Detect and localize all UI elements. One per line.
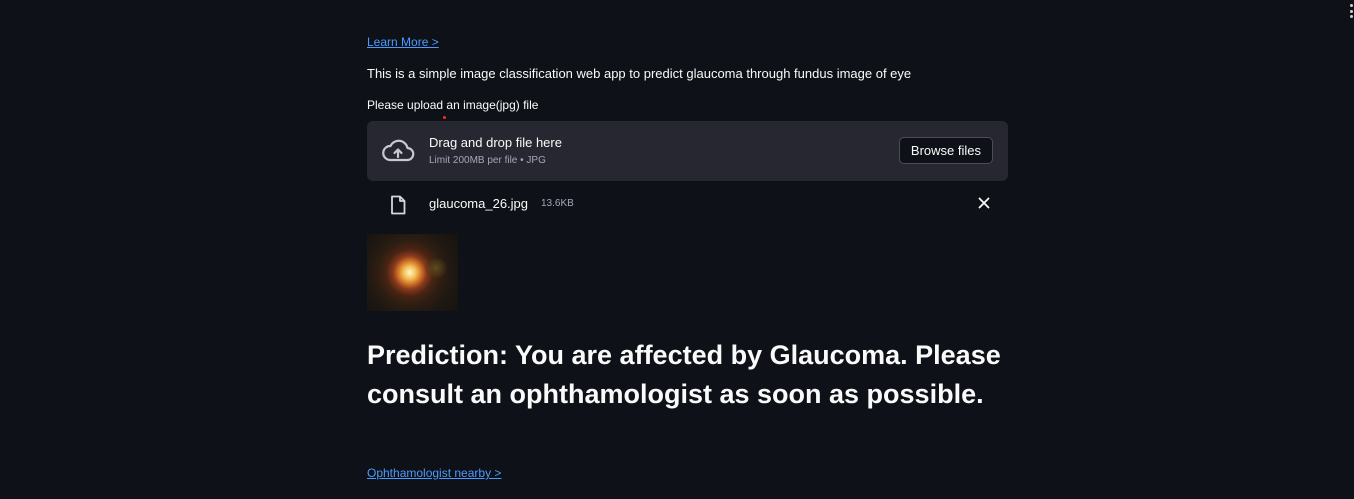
file-icon bbox=[391, 195, 406, 215]
fundus-image-preview bbox=[367, 234, 458, 311]
cloud-upload-icon bbox=[382, 139, 415, 162]
browse-files-button[interactable]: Browse files bbox=[898, 137, 993, 164]
main-menu-icon[interactable] bbox=[1350, 4, 1354, 18]
app-page: Learn More > This is a simple image clas… bbox=[0, 0, 1354, 499]
dropzone-title: Drag and drop file here bbox=[429, 135, 562, 150]
upload-label: Please upload an image(jpg) file bbox=[367, 98, 539, 112]
file-dropzone[interactable]: Drag and drop file here Limit 200MB per … bbox=[367, 121, 1008, 181]
uploaded-file-row: glaucoma_26.jpg 13.6KB bbox=[367, 191, 1008, 217]
file-name: glaucoma_26.jpg bbox=[429, 196, 529, 211]
app-description: This is a simple image classification we… bbox=[367, 66, 912, 81]
ophthalmologist-nearby-link[interactable]: Ophthamologist nearby > bbox=[367, 466, 501, 480]
prediction-heading: Prediction: You are affected by Glaucoma… bbox=[367, 340, 1001, 409]
file-size: 13.6KB bbox=[541, 198, 574, 209]
learn-more-link[interactable]: Learn More > bbox=[367, 35, 439, 49]
close-icon[interactable] bbox=[976, 195, 992, 211]
dropzone-limit-text: Limit 200MB per file • JPG bbox=[429, 155, 546, 166]
focus-marker bbox=[443, 116, 446, 119]
